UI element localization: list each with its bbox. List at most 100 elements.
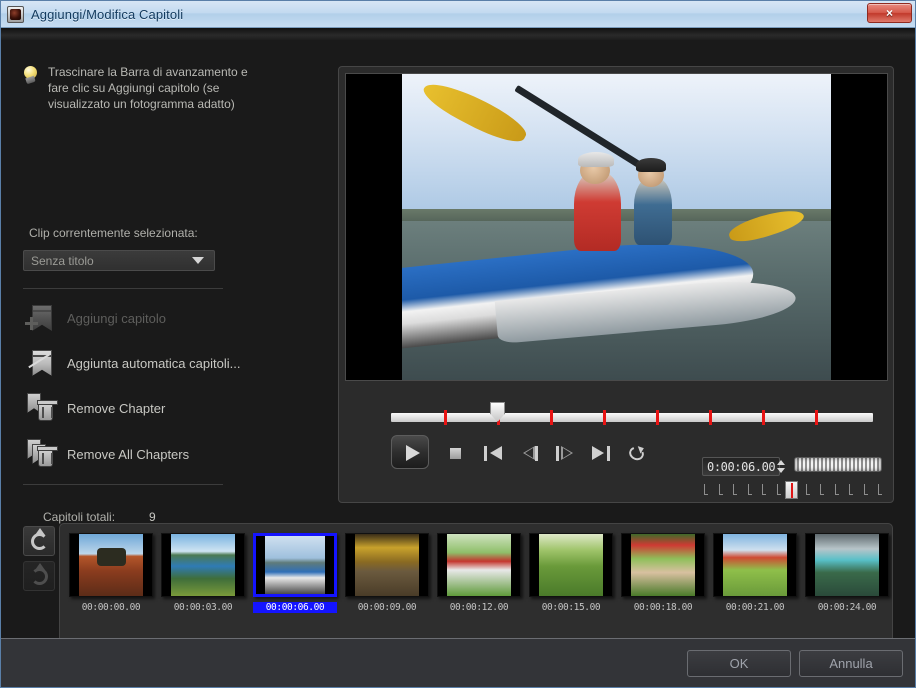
chapter-marker[interactable] (815, 410, 818, 425)
divider-top (23, 288, 223, 289)
jog-tick (806, 484, 807, 495)
remove-chapter-button[interactable]: Remove Chapter (25, 388, 315, 428)
progress-bar[interactable] (391, 401, 873, 429)
window-title: Aggiungi/Modifica Capitoli (31, 7, 183, 22)
stop-button[interactable] (445, 442, 469, 464)
step-back-button[interactable] (517, 442, 541, 464)
chapter-thumbnail[interactable]: 00:00:24.00 (805, 533, 889, 613)
add-chapter-label: Aggiungi capitolo (67, 311, 166, 326)
shuttle-slider[interactable] (794, 457, 882, 472)
chapter-marker[interactable] (603, 410, 606, 425)
chapter-thumbnail[interactable]: 00:00:06.00 (253, 533, 337, 613)
jog-tick (733, 484, 734, 495)
chapter-marker[interactable] (656, 410, 659, 425)
ok-button[interactable]: OK (687, 650, 791, 677)
chapter-timecode-label: 00:00:12.00 (437, 602, 521, 613)
jog-tick (762, 484, 763, 495)
chapter-thumbnail[interactable]: 00:00:03.00 (161, 533, 245, 613)
chapter-timecode-label: 00:00:03.00 (161, 602, 245, 613)
chapter-thumbnail-image (805, 533, 889, 597)
remove-all-chapters-button[interactable]: Remove All Chapters (25, 434, 315, 474)
add-chapter-icon (25, 301, 59, 335)
chapter-thumbnail-image (345, 533, 429, 597)
close-icon[interactable]: × (867, 3, 912, 23)
footer-bar: OK Annulla (1, 638, 915, 687)
next-chapter-button[interactable] (589, 442, 613, 464)
auto-add-chapters-label: Aggiunta automatica capitoli... (67, 356, 240, 371)
preview-panel (338, 66, 894, 503)
chapter-thumbnail-strip[interactable]: 00:00:00.00 00:00:03.00 00:00:06.00 00:00:0… (59, 523, 893, 648)
chapter-thumbnail[interactable]: 00:00:12.00 (437, 533, 521, 613)
progress-track[interactable] (391, 413, 873, 422)
chapter-marker[interactable] (444, 410, 447, 425)
timecode-field[interactable]: 0:00:06.00 (702, 457, 780, 476)
auto-add-chapters-icon (25, 346, 59, 380)
hint-text: Trascinare la Barra di avanzamento e far… (48, 64, 261, 112)
chapter-thumbnail[interactable]: 00:00:18.00 (621, 533, 705, 613)
remove-chapter-icon (25, 391, 59, 425)
jog-tick (777, 484, 778, 495)
hint-block: Trascinare la Barra di avanzamento e far… (21, 64, 261, 112)
play-button[interactable] (391, 435, 429, 469)
add-edit-chapters-dialog: Aggiungi/Modifica Capitoli × Trascinare … (0, 0, 916, 688)
chapter-thumbnail-image (713, 533, 797, 597)
thumbnail-scene (355, 534, 419, 596)
chapter-thumbnail-image (161, 533, 245, 597)
chapter-timecode-label: 00:00:24.00 (805, 602, 889, 613)
chapter-thumbnail-image (529, 533, 613, 597)
jog-tick (719, 484, 720, 495)
timecode-value: 0:00:06.00 (703, 460, 775, 474)
add-chapter-button[interactable]: Aggiungi capitolo (25, 298, 315, 338)
thumbnail-scene (631, 534, 695, 596)
chapter-marker[interactable] (550, 410, 553, 425)
chapter-timecode-label: 00:00:09.00 (345, 602, 429, 613)
chapter-timecode-label: 00:00:21.00 (713, 602, 797, 613)
thumbnail-scene (79, 534, 143, 596)
step-forward-button[interactable] (553, 442, 577, 464)
video-frame (402, 74, 831, 380)
clip-label: Clip correntemente selezionata: (29, 226, 198, 240)
clip-select[interactable]: Senza titolo (23, 250, 215, 271)
divider-bottom (23, 484, 223, 485)
chapter-thumbnail-image (69, 533, 153, 597)
undo-button[interactable] (23, 526, 55, 556)
jog-dial[interactable] (698, 481, 884, 499)
previous-chapter-button[interactable] (481, 442, 505, 464)
cancel-button[interactable]: Annulla (799, 650, 903, 677)
thumbnail-scene (171, 534, 235, 596)
chapter-marker[interactable] (762, 410, 765, 425)
total-chapters-label: Capitoli totali: (43, 510, 115, 524)
chapter-thumbnail-image (621, 533, 705, 597)
app-icon (7, 6, 24, 23)
thumbnail-scene (447, 534, 511, 596)
chevron-down-icon (192, 257, 204, 264)
chapter-marker[interactable] (709, 410, 712, 425)
chapter-timecode-label: 00:00:06.00 (253, 602, 337, 613)
jog-tick (748, 484, 749, 495)
video-preview[interactable] (345, 73, 888, 381)
timecode-stepper[interactable] (775, 459, 777, 474)
loop-button[interactable] (625, 442, 649, 464)
chapter-timecode-label: 00:00:15.00 (529, 602, 613, 613)
redo-button[interactable] (23, 561, 55, 591)
thumbnail-scene (539, 534, 603, 596)
chapter-thumbnail[interactable]: 00:00:09.00 (345, 533, 429, 613)
auto-add-chapters-button[interactable]: Aggiunta automatica capitoli... (25, 343, 315, 383)
chapter-timecode-label: 00:00:00.00 (69, 602, 153, 613)
jog-tick (820, 484, 821, 495)
thumbnail-scene (265, 536, 325, 594)
chapter-thumbnail[interactable]: 00:00:00.00 (69, 533, 153, 613)
chapter-thumbnail[interactable]: 00:00:21.00 (713, 533, 797, 613)
chapter-thumbnail[interactable]: 00:00:15.00 (529, 533, 613, 613)
thumbnail-scene (815, 534, 879, 596)
chapter-timecode-label: 00:00:18.00 (621, 602, 705, 613)
remove-all-chapters-label: Remove All Chapters (67, 447, 189, 462)
chapter-thumbnail-image (253, 533, 337, 597)
lightbulb-icon (21, 66, 41, 86)
clip-select-value: Senza titolo (24, 254, 192, 268)
jog-indicator[interactable] (785, 481, 798, 499)
remove-chapter-label: Remove Chapter (67, 401, 165, 416)
total-chapters-value: 9 (149, 510, 156, 524)
dialog-body: Trascinare la Barra di avanzamento e far… (1, 40, 915, 638)
top-strip (1, 28, 915, 40)
